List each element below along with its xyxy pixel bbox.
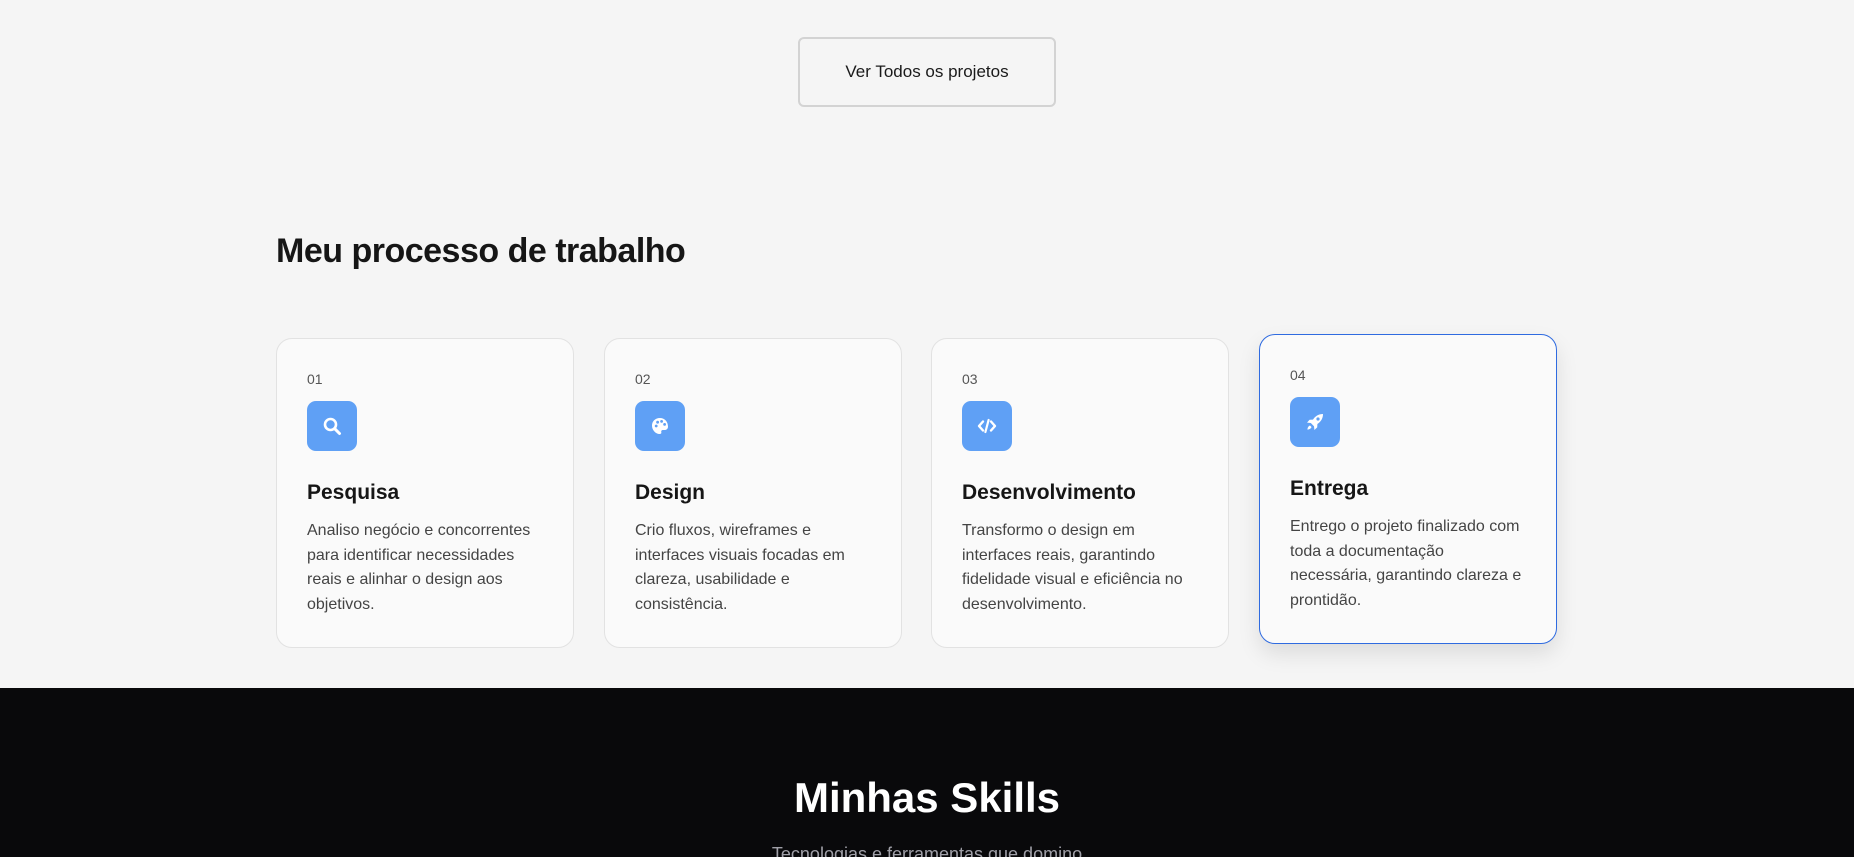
step-title: Entrega bbox=[1290, 477, 1369, 500]
view-all-projects-button[interactable]: Ver Todos os projetos bbox=[798, 37, 1056, 107]
process-card-design[interactable]: 02 Design Crio fluxos, wireframes e inte… bbox=[604, 338, 902, 648]
search-icon bbox=[307, 401, 357, 451]
skills-section: Minhas Skills Tecnologias e ferramentas … bbox=[0, 688, 1854, 857]
process-section-title: Meu processo de trabalho bbox=[276, 232, 686, 270]
palette-icon bbox=[635, 401, 685, 451]
rocket-icon bbox=[1290, 397, 1340, 447]
step-title: Desenvolvimento bbox=[962, 481, 1136, 504]
step-number: 01 bbox=[307, 371, 323, 387]
view-all-wrap: Ver Todos os projetos bbox=[0, 37, 1854, 107]
step-number: 03 bbox=[962, 371, 978, 387]
step-number: 04 bbox=[1290, 367, 1306, 383]
code-icon bbox=[962, 401, 1012, 451]
step-title: Design bbox=[635, 481, 706, 504]
step-title: Pesquisa bbox=[307, 481, 400, 504]
step-description: Entrego o projeto finalizado com toda a … bbox=[1290, 518, 1522, 609]
step-number: 02 bbox=[635, 371, 651, 387]
process-card-pesquisa[interactable]: 01 Pesquisa Analiso negócio e concorrent… bbox=[276, 338, 574, 648]
skills-subtitle: Tecnologias e ferramentas que domino bbox=[771, 844, 1083, 857]
step-description: Transformo o design em interfaces reais,… bbox=[962, 522, 1183, 613]
process-card-entrega[interactable]: 04 Entrega Entrego o projeto finalizado … bbox=[1259, 334, 1557, 644]
skills-title: Minhas Skills bbox=[793, 774, 1061, 821]
process-card-desenvolvimento[interactable]: 03 Desenvolvimento Transformo o design e… bbox=[931, 338, 1229, 648]
step-description: Crio fluxos, wireframes e interfaces vis… bbox=[635, 522, 845, 613]
page: Ver Todos os projetos Meu processo de tr… bbox=[0, 0, 1854, 857]
step-description: Analiso negócio e concorrentes para iden… bbox=[307, 522, 531, 613]
process-cards: 01 Pesquisa Analiso negócio e concorrent… bbox=[276, 334, 1557, 648]
